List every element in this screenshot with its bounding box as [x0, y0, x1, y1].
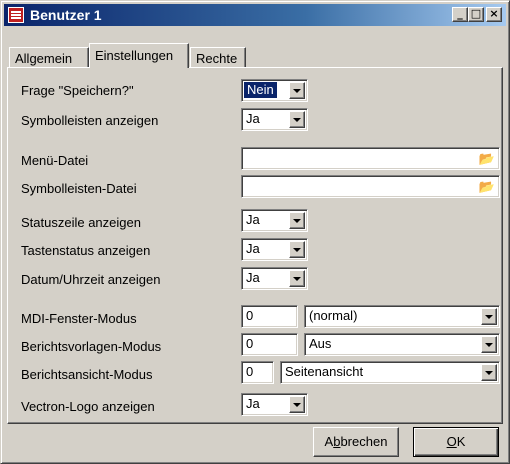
berichtsansicht-modus-label: Berichtsansicht-Modus: [21, 367, 153, 382]
berichtsansicht-modus-value: Seitenansicht: [285, 364, 364, 379]
ok-label-rest: K: [456, 434, 466, 449]
berichtsansicht-modus-number[interactable]: 0: [241, 361, 274, 384]
datum-uhrzeit-label: Datum/Uhrzeit anzeigen: [21, 272, 161, 287]
close-button[interactable]: ×: [486, 7, 502, 22]
berichtsvorlagen-modus-value: Aus: [309, 336, 332, 351]
chevron-down-icon[interactable]: [289, 111, 305, 128]
cancel-button[interactable]: Abbrechen: [313, 427, 399, 457]
mdi-modus-value: (normal): [309, 308, 358, 323]
symbolleisten-anzeigen-label: Symbolleisten anzeigen: [21, 113, 159, 128]
menue-datei-field[interactable]: 📂: [241, 147, 500, 170]
symbolleisten-datei-label: Symbolleisten-Datei: [21, 181, 137, 196]
ok-label-accel: O: [446, 434, 457, 449]
symbolleisten-anzeigen-value: Ja: [246, 111, 260, 126]
vectron-logo-combo[interactable]: Ja: [241, 393, 308, 416]
folder-open-icon[interactable]: 📂: [478, 178, 496, 195]
mdi-modus-number-value: 0: [246, 308, 254, 323]
berichtsvorlagen-modus-number-value: 0: [246, 336, 254, 351]
statuszeile-label: Statuszeile anzeigen: [21, 215, 141, 230]
frage-speichern-value: Nein: [243, 81, 278, 99]
tab-einstellungen[interactable]: Einstellungen: [89, 43, 189, 68]
vectron-logo-label: Vectron-Logo anzeigen: [21, 399, 155, 414]
berichtsansicht-modus-number-value: 0: [246, 364, 254, 379]
chevron-down-icon[interactable]: [481, 336, 497, 353]
statuszeile-value: Ja: [246, 212, 260, 227]
maximize-button[interactable]: □: [468, 7, 484, 22]
mdi-modus-label: MDI-Fenster-Modus: [21, 311, 137, 326]
chevron-down-icon[interactable]: [289, 241, 305, 258]
chevron-down-icon[interactable]: [481, 308, 497, 325]
symbolleisten-anzeigen-combo[interactable]: Ja: [241, 108, 308, 131]
datum-uhrzeit-value: Ja: [246, 270, 260, 285]
berichtsvorlagen-modus-label: Berichtsvorlagen-Modus: [21, 339, 162, 354]
datum-uhrzeit-combo[interactable]: Ja: [241, 267, 308, 290]
berichtsvorlagen-modus-number[interactable]: 0: [241, 333, 298, 356]
frage-speichern-combo[interactable]: Nein: [241, 79, 308, 102]
window-title: Benutzer 1: [30, 7, 102, 23]
dialog-window: Benutzer 1 _ □ × Allgemein Einstellungen…: [0, 0, 510, 464]
menue-datei-label: Menü-Datei: [21, 153, 89, 168]
berichtsvorlagen-modus-combo[interactable]: Aus: [304, 333, 500, 356]
symbolleisten-datei-field[interactable]: 📂: [241, 175, 500, 198]
berichtsansicht-modus-combo[interactable]: Seitenansicht: [280, 361, 500, 384]
folder-open-icon[interactable]: 📂: [478, 150, 496, 167]
chevron-down-icon[interactable]: [289, 270, 305, 287]
tastenstatus-label: Tastenstatus anzeigen: [21, 243, 151, 258]
tab-allgemein[interactable]: Allgemein: [9, 47, 89, 67]
cancel-label-part1: A: [324, 434, 334, 449]
mdi-modus-combo[interactable]: (normal): [304, 305, 500, 328]
title-bar[interactable]: Benutzer 1 _ □ ×: [4, 4, 506, 26]
statuszeile-combo[interactable]: Ja: [241, 209, 308, 232]
cancel-label-part2: brechen: [340, 434, 388, 449]
tastenstatus-combo[interactable]: Ja: [241, 238, 308, 261]
ok-button[interactable]: OK: [413, 427, 499, 457]
app-icon: [8, 7, 24, 23]
tab-rechte[interactable]: Rechte: [190, 47, 246, 67]
chevron-down-icon[interactable]: [289, 396, 305, 413]
vectron-logo-value: Ja: [246, 396, 260, 411]
frage-speichern-label: Frage "Speichern?": [21, 83, 134, 98]
mdi-modus-number[interactable]: 0: [241, 305, 298, 328]
chevron-down-icon[interactable]: [289, 212, 305, 229]
chevron-down-icon[interactable]: [289, 82, 305, 99]
tastenstatus-value: Ja: [246, 241, 260, 256]
minimize-button[interactable]: _: [452, 7, 468, 22]
chevron-down-icon[interactable]: [481, 364, 497, 381]
